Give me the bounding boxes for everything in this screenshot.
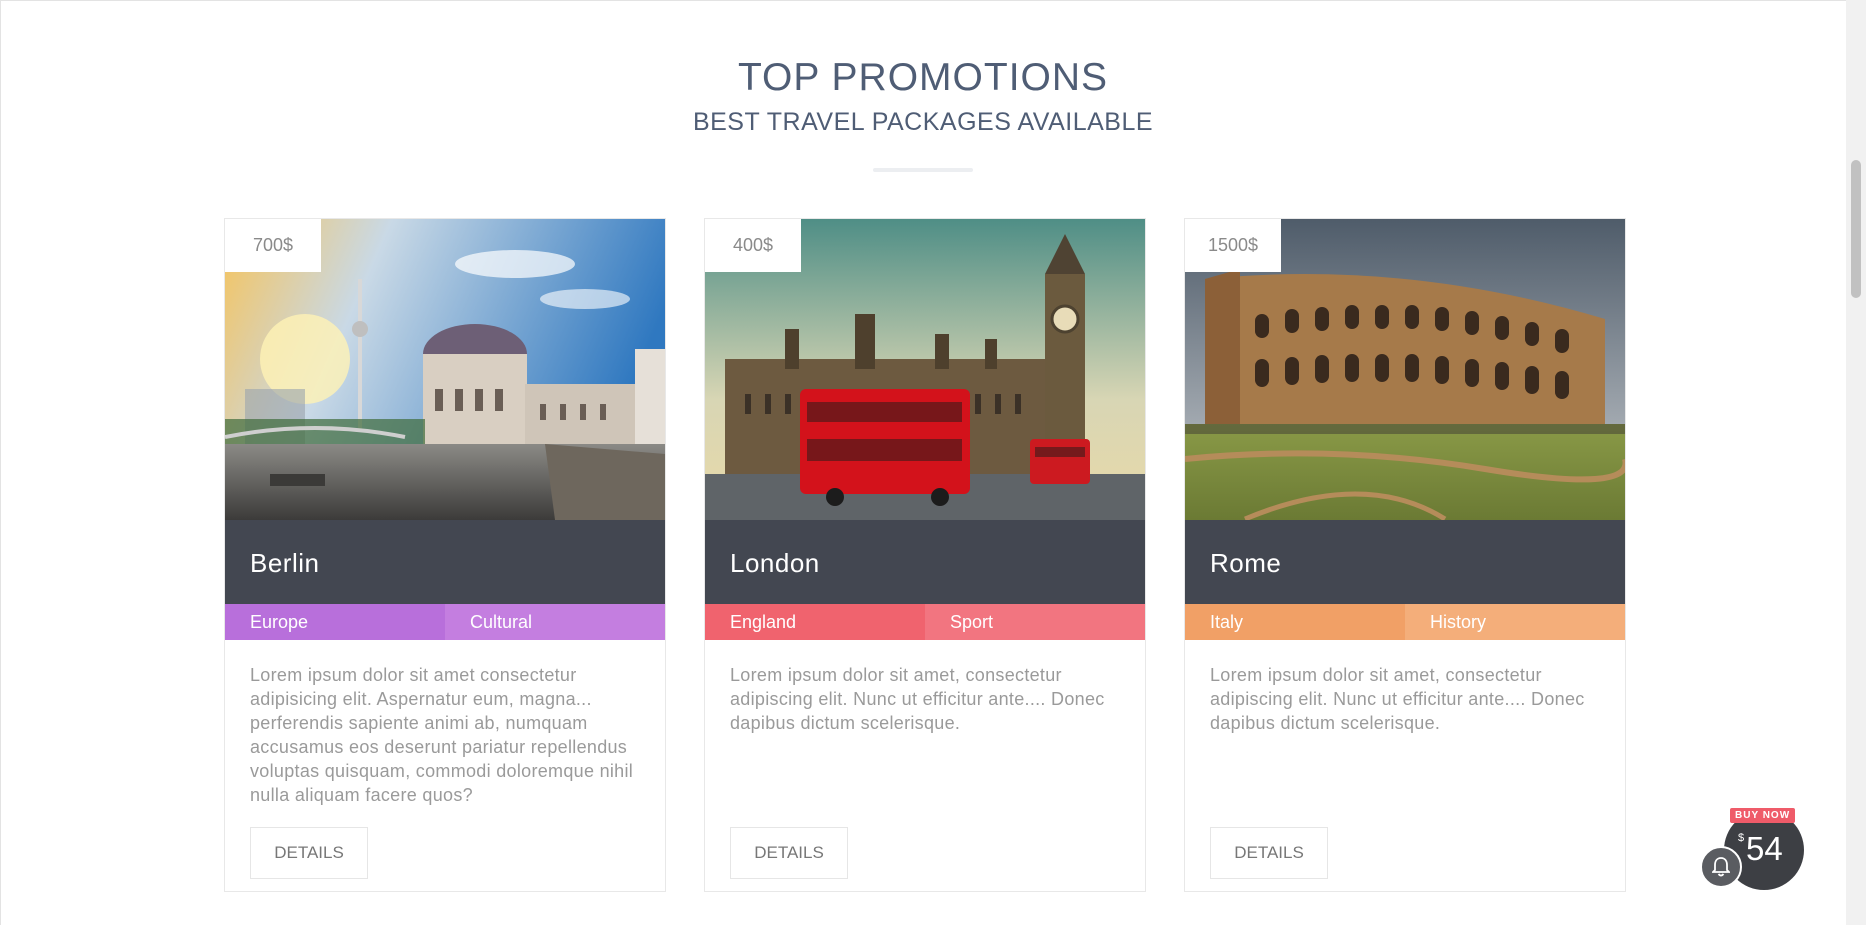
promo-card-berlin: 700$ Berlin Europe Cultural Lorem ipsum … (224, 218, 666, 892)
card-title[interactable]: Rome (1210, 548, 1281, 579)
promo-card-rome: 1500$ Rome Italy History Lorem ipsum dol… (1184, 218, 1626, 892)
tag-category[interactable]: Cultural (445, 604, 665, 640)
promo-card-london: 400$ London England Sport Lorem ipsum do… (704, 218, 1146, 892)
tag-category[interactable]: History (1405, 604, 1625, 640)
section-subtitle: BEST TRAVEL PACKAGES AVAILABLE (692, 108, 1154, 136)
tag-region[interactable]: England (705, 604, 925, 640)
details-button[interactable]: DETAILS (730, 827, 848, 879)
card-description: Lorem ipsum dolor sit amet, consectetur … (730, 665, 1105, 733)
price-tag: 700$ (225, 219, 321, 272)
buy-now-badge[interactable]: BUY NOW (1730, 808, 1796, 823)
card-title[interactable]: Berlin (250, 548, 319, 579)
bell-icon (1712, 857, 1730, 877)
card-title-bar: Rome (1185, 520, 1625, 604)
london-image[interactable]: 400$ (705, 219, 1145, 520)
tag-region[interactable]: Italy (1185, 604, 1405, 640)
card-title-bar: Berlin (225, 520, 665, 604)
berlin-image[interactable]: 700$ (225, 219, 665, 520)
card-description: Lorem ipsum dolor sit amet consectetur a… (250, 665, 634, 805)
tag-region[interactable]: Europe (225, 604, 445, 640)
tag-category[interactable]: Sport (925, 604, 1145, 640)
rome-image[interactable]: 1500$ (1185, 219, 1625, 520)
notification-button[interactable] (1700, 846, 1742, 888)
details-button[interactable]: DETAILS (1210, 827, 1328, 879)
card-tags: England Sport (705, 604, 1145, 640)
section-title: TOP PROMOTIONS (737, 56, 1109, 99)
price-tag: 1500$ (1185, 219, 1281, 272)
buy-currency: $ (1738, 832, 1745, 844)
card-tags: Italy History (1185, 604, 1625, 640)
scrollbar-track[interactable] (1846, 0, 1866, 925)
details-button[interactable]: DETAILS (250, 827, 368, 879)
title-divider (873, 168, 973, 172)
scrollbar-thumb[interactable] (1851, 160, 1861, 298)
card-tags: Europe Cultural (225, 604, 665, 640)
card-description: Lorem ipsum dolor sit amet, consectetur … (1210, 665, 1585, 733)
price-tag: 400$ (705, 219, 801, 272)
card-title[interactable]: London (730, 548, 820, 579)
card-title-bar: London (705, 520, 1145, 604)
buy-price[interactable]: 54 (1746, 830, 1783, 868)
